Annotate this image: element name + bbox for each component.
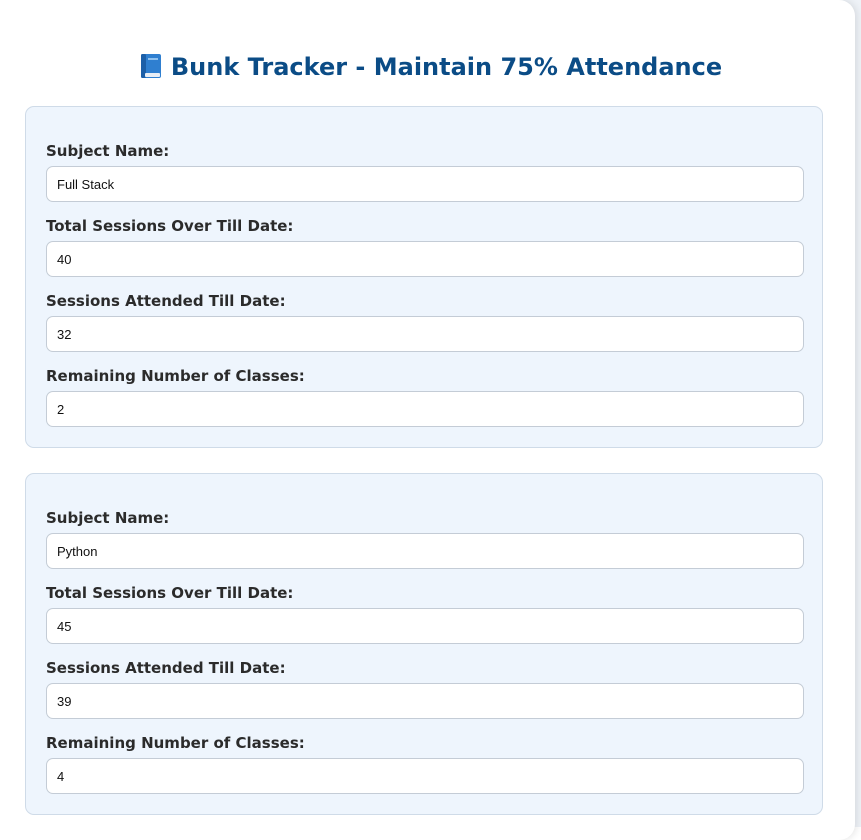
attended-sessions-label: Sessions Attended Till Date:	[46, 292, 286, 310]
subject-card-2: Subject Name: Total Sessions Over Till D…	[25, 473, 823, 815]
attended-sessions-label: Sessions Attended Till Date:	[46, 659, 286, 677]
subject-name-input[interactable]	[46, 166, 804, 202]
subject-card-1: Subject Name: Total Sessions Over Till D…	[25, 106, 823, 448]
page-title-text: Bunk Tracker - Maintain 75% Attendance	[170, 53, 723, 81]
blue-book-icon	[139, 53, 163, 88]
remaining-classes-label: Remaining Number of Classes:	[46, 734, 305, 752]
total-sessions-label: Total Sessions Over Till Date:	[46, 584, 294, 602]
subject-name-label: Subject Name:	[46, 142, 170, 160]
total-sessions-input[interactable]	[46, 241, 804, 277]
main-container: Bunk Tracker - Maintain 75% Attendance S…	[0, 0, 855, 840]
page-title: Bunk Tracker - Maintain 75% Attendance	[0, 50, 861, 88]
remaining-classes-label: Remaining Number of Classes:	[46, 367, 305, 385]
subject-name-input[interactable]	[46, 533, 804, 569]
remaining-classes-input[interactable]	[46, 758, 804, 794]
subject-name-label: Subject Name:	[46, 509, 170, 527]
remaining-classes-input[interactable]	[46, 391, 804, 427]
total-sessions-label: Total Sessions Over Till Date:	[46, 217, 294, 235]
attended-sessions-input[interactable]	[46, 683, 804, 719]
total-sessions-input[interactable]	[46, 608, 804, 644]
attended-sessions-input[interactable]	[46, 316, 804, 352]
